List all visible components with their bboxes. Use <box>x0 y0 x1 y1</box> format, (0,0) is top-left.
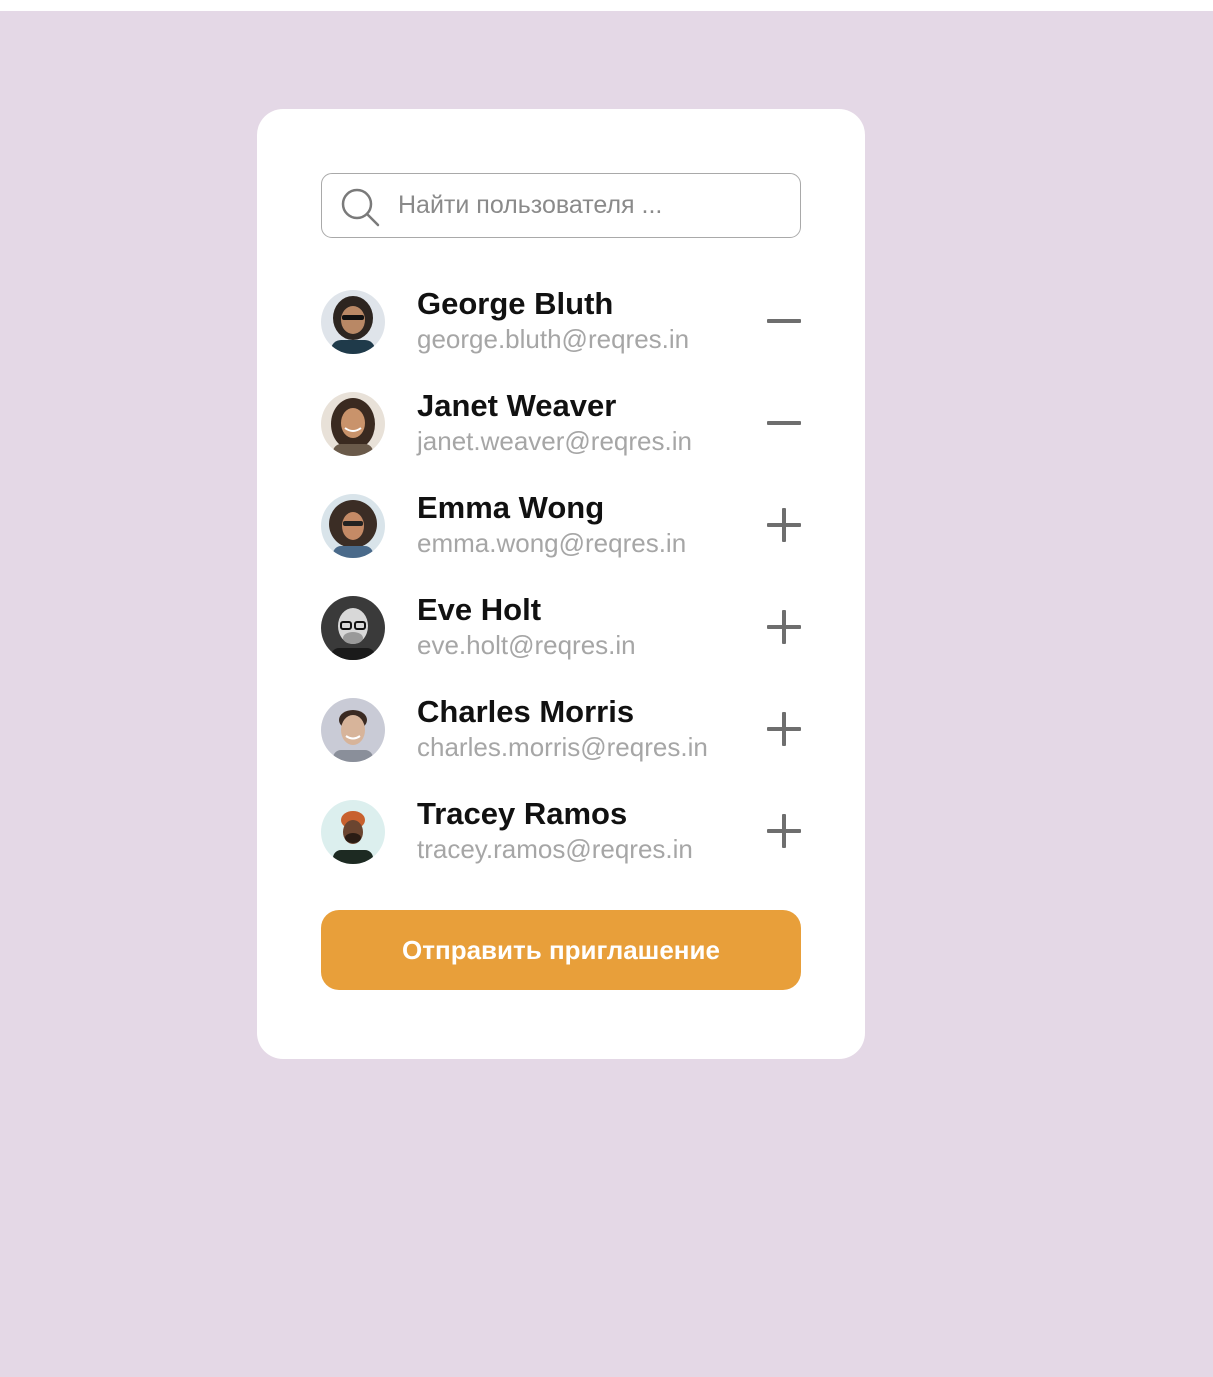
search-input[interactable] <box>398 185 778 226</box>
add-user-button[interactable] <box>767 610 801 644</box>
add-user-button[interactable] <box>767 508 801 542</box>
search-icon <box>341 188 380 227</box>
user-email: tracey.ramos@reqres.in <box>417 834 693 864</box>
user-name: Janet Weaver <box>417 388 617 423</box>
user-row: Charles Morris charles.morris@reqres.in <box>321 694 801 800</box>
user-row: Emma Wong emma.wong@reqres.in <box>321 490 801 596</box>
send-invite-button[interactable]: Отправить приглашение <box>321 910 801 990</box>
avatar <box>321 494 385 558</box>
avatar <box>321 596 385 660</box>
invite-card: George Bluth george.bluth@reqres.in Jane… <box>257 109 865 1059</box>
user-name: Eve Holt <box>417 592 542 627</box>
user-email: charles.morris@reqres.in <box>417 732 708 762</box>
avatar <box>321 392 385 456</box>
user-name: Charles Morris <box>417 694 635 729</box>
avatar <box>321 290 385 354</box>
user-name: George Bluth <box>417 286 614 321</box>
add-user-button[interactable] <box>767 814 801 848</box>
user-email: george.bluth@reqres.in <box>417 324 690 354</box>
user-row: Eve Holt eve.holt@reqres.in <box>321 592 801 698</box>
user-name: Tracey Ramos <box>417 796 628 831</box>
user-row: Janet Weaver janet.weaver@reqres.in <box>321 388 801 494</box>
avatar <box>321 800 385 864</box>
search-box[interactable] <box>321 173 801 238</box>
avatar <box>321 698 385 762</box>
user-list: George Bluth george.bluth@reqres.in Jane… <box>321 286 801 902</box>
remove-user-button[interactable] <box>767 406 801 440</box>
user-name: Emma Wong <box>417 490 605 525</box>
user-email: emma.wong@reqres.in <box>417 528 687 558</box>
add-user-button[interactable] <box>767 712 801 746</box>
user-row: George Bluth george.bluth@reqres.in <box>321 286 801 392</box>
remove-user-button[interactable] <box>767 304 801 338</box>
user-row: Tracey Ramos tracey.ramos@reqres.in <box>321 796 801 902</box>
user-email: janet.weaver@reqres.in <box>417 426 692 456</box>
user-email: eve.holt@reqres.in <box>417 630 636 660</box>
